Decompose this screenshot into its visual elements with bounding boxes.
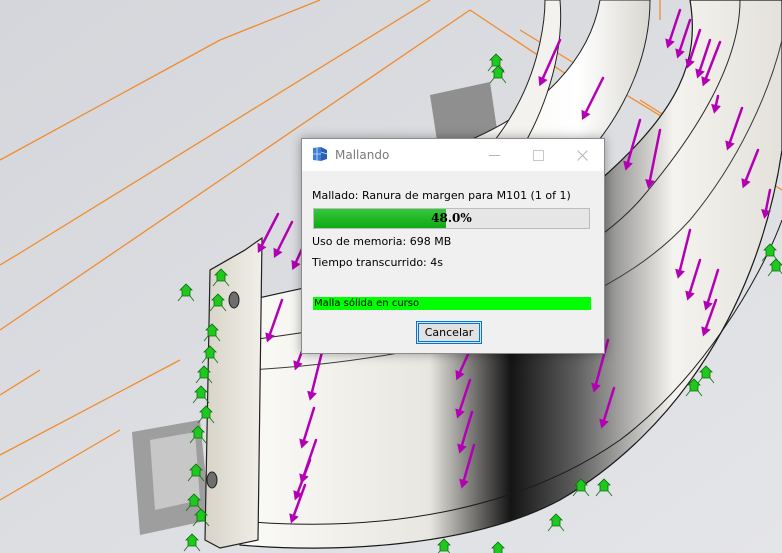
task-label: Mallado: Ranura de margen para M101 (1 o… xyxy=(312,189,571,202)
status-message: Malla sólida en curso xyxy=(313,297,591,310)
maximize-icon xyxy=(532,149,544,161)
title-bar[interactable]: Mallando xyxy=(302,139,604,171)
progress-bar: 48.0% xyxy=(313,208,590,229)
end-plate xyxy=(204,236,263,549)
maximize-button[interactable] xyxy=(518,139,558,171)
mesh-app-icon xyxy=(313,147,328,161)
close-button[interactable] xyxy=(562,139,602,171)
minimize-icon xyxy=(488,154,500,156)
minimize-button[interactable] xyxy=(474,139,514,171)
close-icon xyxy=(576,149,588,161)
dialog-title: Mallando xyxy=(335,148,390,162)
memory-usage: Uso de memoria: 698 MB xyxy=(312,235,452,248)
elapsed-time: Tiempo transcurrido: 4s xyxy=(312,256,443,269)
meshing-dialog: Mallando Mallado: Ranura de margen para … xyxy=(301,138,605,354)
progress-percent: 48.0% xyxy=(431,211,472,225)
cancel-button[interactable]: Cancelar xyxy=(416,321,482,344)
